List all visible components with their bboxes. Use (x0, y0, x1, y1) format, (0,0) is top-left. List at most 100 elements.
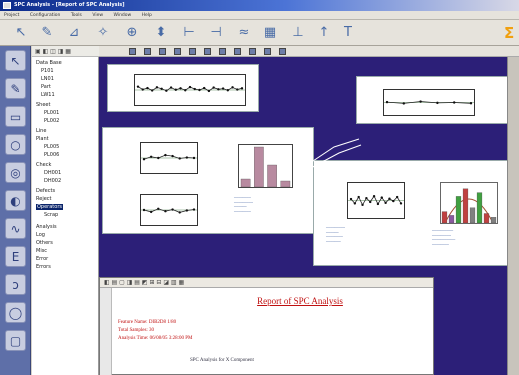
data-point (388, 197, 391, 200)
measure-icon[interactable]: ⊣ (208, 24, 224, 41)
ring-tool-icon[interactable]: ◯ (5, 302, 26, 323)
tee-icon[interactable]: T (340, 24, 356, 41)
tree-item[interactable]: Others (36, 240, 53, 246)
tree-item[interactable]: P101 (41, 68, 54, 74)
tree-item[interactable]: PL006 (44, 152, 59, 158)
data-point (185, 156, 189, 159)
stats-text: ────────── ───────── ─────────── ──────── (432, 229, 456, 247)
spiral-tool-icon[interactable]: ↄ (5, 274, 26, 295)
circle-tool-icon[interactable]: ○ (5, 134, 26, 155)
arrow-up-icon[interactable]: ↑ (316, 24, 332, 41)
table-icon[interactable] (249, 48, 256, 55)
data-point (142, 158, 146, 161)
pin-icon[interactable]: ⬍ (153, 24, 169, 41)
ruler-icon[interactable]: ⊿ (66, 24, 82, 41)
tree-item[interactable]: Defects (36, 188, 55, 194)
wave-tool-icon[interactable]: ∿ (5, 218, 26, 239)
data-point (402, 102, 405, 105)
tree-item[interactable]: Misc (36, 248, 47, 254)
data-icon[interactable]: ▦ (262, 24, 278, 41)
tree-item[interactable]: Part (41, 84, 51, 90)
fill-tool-icon[interactable]: ◐ (5, 190, 26, 211)
plot-area (140, 194, 198, 226)
tree-item[interactable]: DH002 (44, 178, 61, 184)
bar (462, 188, 469, 224)
tree-item[interactable]: Line (36, 128, 46, 134)
tree-item[interactable]: Plant (36, 136, 49, 142)
line-tool-icon[interactable]: E (5, 246, 26, 267)
bar (267, 164, 277, 188)
tree-item[interactable]: Reject (36, 196, 52, 202)
tree-item[interactable]: PL005 (44, 144, 59, 150)
tree-item[interactable]: Sheet (36, 102, 50, 108)
tree-item[interactable]: PL002 (44, 118, 59, 124)
menu-view[interactable]: View (92, 13, 103, 18)
menu-window[interactable]: Window (113, 13, 131, 18)
chart-icon[interactable]: ⊕ (124, 24, 140, 41)
data-point (372, 194, 376, 198)
box-tool-icon[interactable]: ▢ (5, 330, 26, 351)
histogram-chart (240, 146, 291, 188)
report-toolbar[interactable]: ◧ ▤ ▢ ◨ ▤ ◩ ⊞ ⊟ ◪ ▥ ▦ (100, 278, 433, 288)
report-window[interactable]: ◧ ▤ ▢ ◨ ▤ ◩ ⊞ ⊟ ◪ ▥ ▦ Report of SPC Anal… (99, 277, 434, 375)
tree-item[interactable]: Log (36, 232, 45, 238)
app-icon (3, 2, 11, 9)
report-feature-name: Feature Name: DIB2D8 1/80 (118, 320, 177, 325)
bar (490, 217, 497, 224)
axis-icon[interactable]: ⊢ (181, 24, 197, 41)
zoom-icon[interactable] (219, 48, 226, 55)
open-icon[interactable] (144, 48, 151, 55)
tree-item[interactable]: Analysis (36, 224, 57, 230)
data-point (240, 87, 244, 90)
tree-item[interactable]: Data Base (36, 60, 62, 66)
menu-project[interactable]: Project (4, 13, 19, 18)
bar (441, 211, 448, 224)
data-point (349, 197, 353, 201)
tree-item[interactable]: DH001 (44, 170, 61, 176)
pencil-tool-icon[interactable]: ✎ (5, 78, 26, 99)
tree-item[interactable]: LN01 (41, 76, 54, 82)
tool-icon[interactable]: ⊥ (290, 24, 306, 41)
data-point (392, 199, 395, 203)
menu-configuration[interactable]: Configuration (30, 13, 61, 18)
chart-card-histogram[interactable]: ──────── ───────── ────── ──────── (102, 127, 314, 234)
data-point (165, 89, 168, 92)
tree-item[interactable]: PL001 (44, 110, 59, 116)
tree-item[interactable]: LW11 (41, 92, 55, 98)
curve-icon[interactable]: ≈ (236, 24, 252, 41)
tree-toolbar[interactable]: ▣ ◧ ◫ ◨ ▦ (32, 46, 99, 57)
settings-icon[interactable] (264, 48, 271, 55)
print-icon[interactable] (174, 48, 181, 55)
data-point (384, 201, 387, 205)
edit-pen-icon[interactable]: ✎ (39, 24, 55, 41)
grid-icon[interactable] (234, 48, 241, 55)
save-icon[interactable] (159, 48, 166, 55)
ellipse-tool-icon[interactable]: ◎ (5, 162, 26, 183)
paste-icon[interactable] (204, 48, 211, 55)
data-point (436, 101, 439, 105)
data-point (178, 157, 181, 160)
bar (240, 178, 251, 188)
chart-card-trend[interactable] (107, 64, 259, 112)
xbar-chart (141, 153, 197, 161)
new-icon[interactable] (129, 48, 136, 55)
tree-item[interactable]: Errors (36, 264, 51, 270)
capability-line (348, 194, 404, 207)
report-time: Analysis Time: 06/08/05 3:28:00 PM (118, 336, 193, 341)
probe-icon[interactable]: ✧ (95, 24, 111, 41)
pointer-icon[interactable]: ↖ (13, 24, 29, 41)
copy-icon[interactable] (189, 48, 196, 55)
tree-item[interactable]: Check (36, 162, 51, 168)
menu-help[interactable]: Help (142, 13, 152, 18)
tree-item[interactable]: Error (36, 256, 48, 262)
chart-card-control[interactable] (356, 76, 508, 124)
help-icon[interactable] (279, 48, 286, 55)
tree-item[interactable]: Scrap (44, 212, 58, 218)
menu-tools[interactable]: Tools (71, 13, 82, 18)
data-point (150, 89, 154, 92)
chart-card-capability[interactable]: ───────── ────── ──────── ─────── ─────────… (313, 160, 519, 266)
tree-item-selected[interactable]: Operators (36, 204, 63, 210)
rect-tool-icon[interactable]: ▭ (5, 106, 26, 127)
vertical-scrollbar[interactable] (507, 57, 519, 375)
select-tool-icon[interactable]: ↖ (5, 50, 26, 71)
